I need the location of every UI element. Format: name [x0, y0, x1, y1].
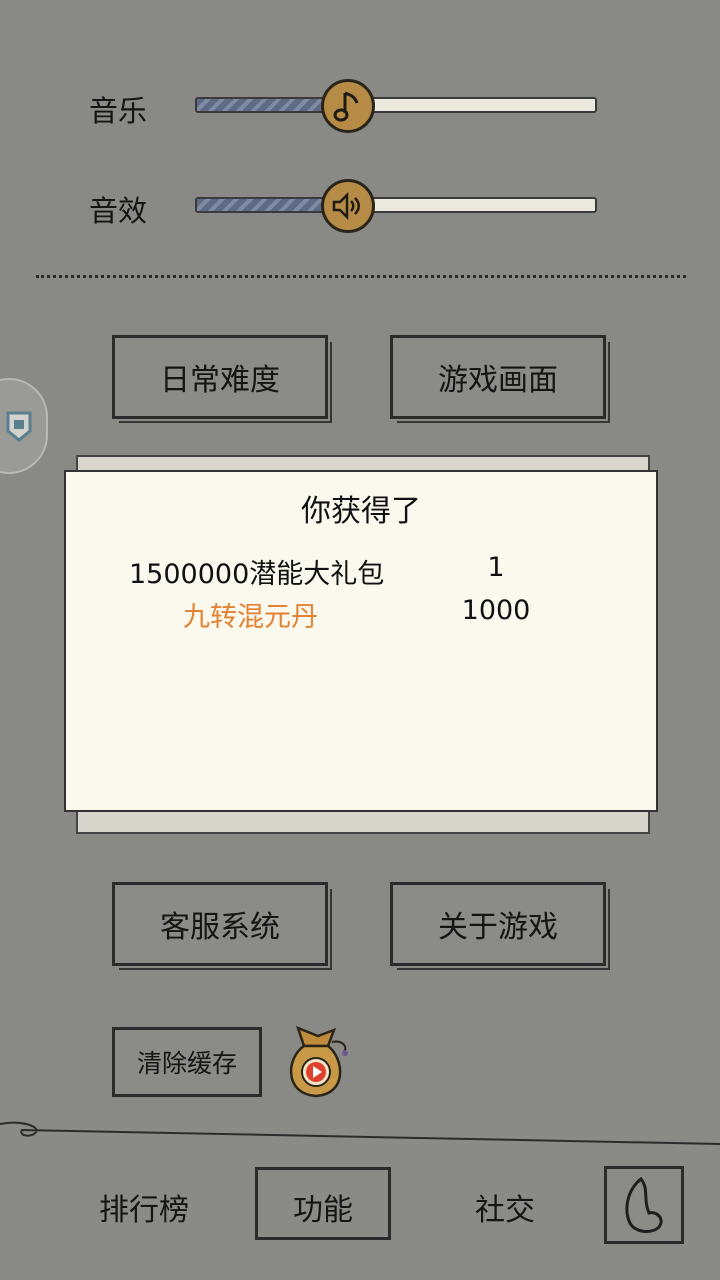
- nav-ranking[interactable]: 排行榜: [98, 1185, 190, 1229]
- music-slider-knob[interactable]: [321, 79, 375, 133]
- customer-service-label: 客服系统: [160, 910, 280, 945]
- daily-difficulty-button[interactable]: 日常难度: [112, 335, 332, 423]
- section-divider: [36, 275, 686, 278]
- sfx-label: 音效: [89, 194, 148, 228]
- reward-item-qty: 1: [487, 552, 505, 583]
- reward-item-name: 1500000潜能大礼包: [129, 559, 385, 590]
- floating-side-button[interactable]: [0, 378, 48, 474]
- reward-dialog: 你获得了 1500000潜能大礼包 1 九转混元丹 1000: [64, 470, 658, 812]
- nav-extra-button[interactable]: [604, 1166, 684, 1244]
- speaker-icon: [332, 191, 360, 221]
- sfx-slider-knob[interactable]: [321, 179, 375, 233]
- cloud-swirl-decoration: [0, 1121, 720, 1145]
- daily-difficulty-label: 日常难度: [160, 363, 280, 398]
- game-graphics-button[interactable]: 游戏画面: [390, 335, 610, 423]
- sfx-slider[interactable]: [195, 197, 597, 213]
- scroll-swirl-icon: [625, 1176, 663, 1233]
- video-reward-bag-icon[interactable]: [278, 1022, 354, 1102]
- reward-item-name: 九转混元丹: [183, 602, 318, 633]
- customer-service-button[interactable]: 客服系统: [112, 882, 332, 970]
- about-game-label: 关于游戏: [438, 910, 558, 945]
- nav-functions-label: 功能: [293, 1193, 353, 1228]
- nav-social[interactable]: 社交: [460, 1185, 550, 1229]
- reward-item-qty: 1000: [461, 595, 531, 626]
- shield-icon: [6, 411, 32, 442]
- clear-cache-label: 清除缓存: [136, 1049, 237, 1078]
- about-game-button[interactable]: 关于游戏: [390, 882, 610, 970]
- game-graphics-label: 游戏画面: [438, 363, 558, 398]
- music-note-icon: [333, 91, 359, 122]
- music-label: 音乐: [89, 94, 148, 128]
- music-slider[interactable]: [195, 97, 597, 113]
- reward-dialog-title: 你获得了: [301, 494, 421, 529]
- clear-cache-button[interactable]: 清除缓存: [112, 1027, 262, 1097]
